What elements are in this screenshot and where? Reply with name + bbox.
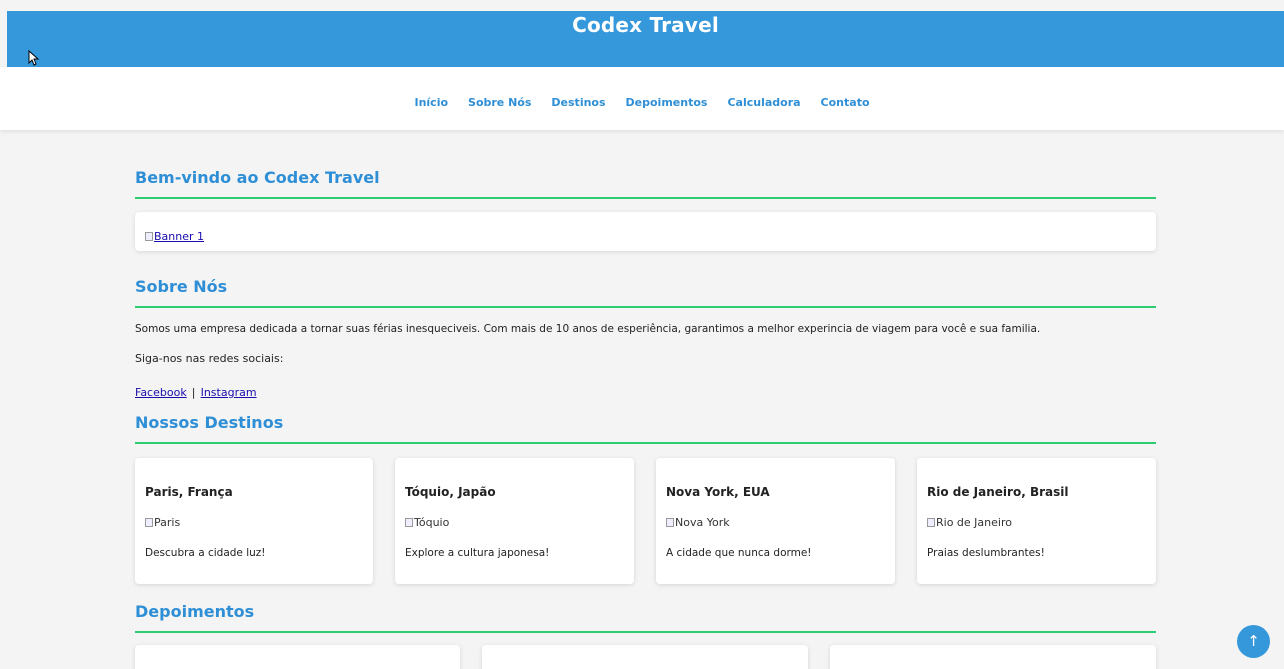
banner-container: Banner 1 xyxy=(135,212,1156,251)
destinations-section: Nossos Destinos Paris, França Paris Desc… xyxy=(135,413,1156,584)
destination-image-alt: Rio de Janeiro xyxy=(936,516,1012,529)
about-text: Somos uma empresa dedicada a tornar suas… xyxy=(135,323,1041,335)
destination-name: Rio de Janeiro, Brasil xyxy=(927,485,1069,499)
destinations-title: Nossos Destinos xyxy=(135,413,1156,444)
facebook-link[interactable]: Facebook xyxy=(135,386,187,399)
destination-image-alt: Nova York xyxy=(675,516,730,529)
destination-name: Paris, França xyxy=(145,485,233,499)
destination-image: Nova York xyxy=(666,516,730,529)
destination-name: Nova York, EUA xyxy=(666,485,770,499)
scroll-to-top-button[interactable]: ↑ xyxy=(1237,625,1270,658)
about-section: Sobre Nós Somos uma empresa dedicada a t… xyxy=(135,277,1156,399)
testimonial-card xyxy=(135,645,460,669)
destination-image-alt: Paris xyxy=(154,516,181,529)
broken-image-icon xyxy=(666,518,674,527)
banner-link[interactable]: Banner 1 xyxy=(145,230,204,243)
destination-image: Paris xyxy=(145,516,180,529)
destination-card: Tóquio, Japão Tóquio Explore a cultura j… xyxy=(395,458,634,584)
social-separator: | xyxy=(191,386,196,399)
site-title: Codex Travel xyxy=(572,13,719,37)
broken-image-icon xyxy=(927,518,935,527)
main-nav: Início Sobre Nós Destinos Depoimentos Ca… xyxy=(0,67,1284,130)
about-title: Sobre Nós xyxy=(135,277,1156,308)
banner-alt-text: Banner 1 xyxy=(154,230,205,243)
testimonials-section: Depoimentos xyxy=(135,602,1156,669)
instagram-link[interactable]: Instagram xyxy=(201,386,257,399)
testimonial-card xyxy=(482,645,808,669)
nav-list: Início Sobre Nós Destinos Depoimentos Ca… xyxy=(0,91,1284,110)
destination-image-alt: Tóquio xyxy=(414,516,450,529)
destination-card: Paris, França Paris Descubra a cidade lu… xyxy=(135,458,373,584)
nav-link-depoimentos[interactable]: Depoimentos xyxy=(626,96,708,109)
broken-image-icon xyxy=(405,518,413,527)
arrow-up-icon: ↑ xyxy=(1247,632,1260,650)
destination-desc: Explore a cultura japonesa! xyxy=(405,547,550,559)
mouse-cursor-icon xyxy=(28,50,40,66)
destination-desc: Praias deslumbrantes! xyxy=(927,547,1045,559)
nav-link-destinos[interactable]: Destinos xyxy=(551,96,605,109)
destination-image: Tóquio xyxy=(405,516,449,529)
site-header: Codex Travel xyxy=(7,11,1284,67)
destination-image: Rio de Janeiro xyxy=(927,516,1012,529)
destination-card: Rio de Janeiro, Brasil Rio de Janeiro Pr… xyxy=(917,458,1156,584)
follow-text: Siga-nos nas redes sociais: xyxy=(135,352,284,365)
welcome-section: Bem-vindo ao Codex Travel Banner 1 xyxy=(135,168,1156,251)
nav-link-inicio[interactable]: Início xyxy=(414,96,448,109)
broken-image-icon xyxy=(145,518,153,527)
social-links: Facebook | Instagram xyxy=(135,381,257,400)
nav-link-contato[interactable]: Contato xyxy=(821,96,870,109)
welcome-title: Bem-vindo ao Codex Travel xyxy=(135,168,1156,199)
destination-card: Nova York, EUA Nova York A cidade que nu… xyxy=(656,458,895,584)
destination-desc: Descubra a cidade luz! xyxy=(145,547,266,559)
destination-name: Tóquio, Japão xyxy=(405,485,496,499)
nav-link-calculadora[interactable]: Calculadora xyxy=(727,96,800,109)
destination-desc: A cidade que nunca dorme! xyxy=(666,547,812,559)
testimonial-card xyxy=(830,645,1156,669)
broken-image-icon xyxy=(145,232,153,241)
nav-link-sobre-nos[interactable]: Sobre Nós xyxy=(468,96,531,109)
testimonials-title: Depoimentos xyxy=(135,602,1156,633)
